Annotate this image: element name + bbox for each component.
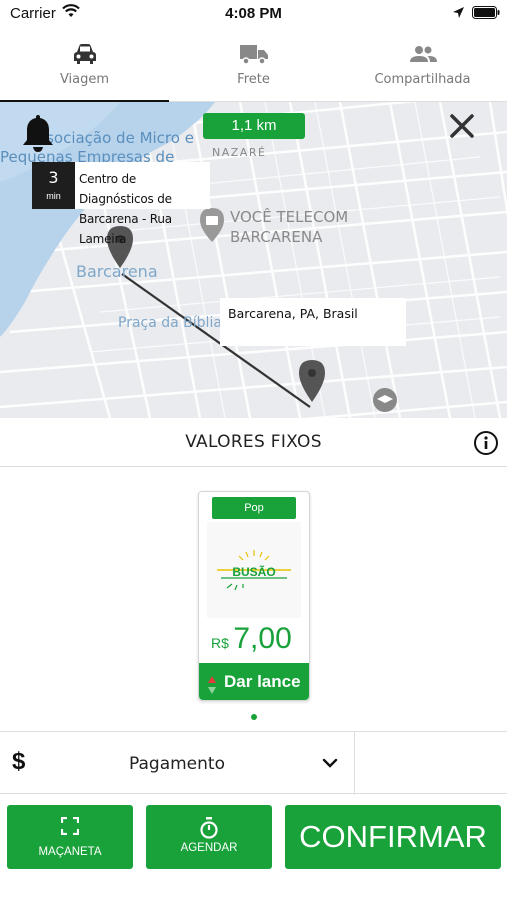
logo-text: BUSÃO <box>232 564 275 579</box>
category-badge: Pop <box>212 497 296 519</box>
schedule-button-label: AGENDAR <box>180 842 238 854</box>
info-icon[interactable] <box>473 430 499 456</box>
door-button-label: MAÇANETA <box>38 846 102 858</box>
clock: 4:08 PM <box>225 5 282 22</box>
location-arrow-icon <box>452 6 465 24</box>
status-bar: Carrier 4:08 PM <box>0 0 507 26</box>
bid-label: Dar lance <box>224 672 301 691</box>
car-icon <box>0 42 169 68</box>
eta-box: 3 min <box>32 162 75 209</box>
distance-badge: 1,1 km <box>203 113 305 139</box>
schedule-button[interactable]: AGENDAR <box>146 805 272 869</box>
origin-address: Centro de Diagnósticos de Barcarena - Ru… <box>79 169 210 249</box>
tab-label: Frete <box>237 72 270 87</box>
bid-arrows-icon <box>207 671 217 700</box>
fare-price: R$ 7,00 <box>211 622 311 656</box>
expand-icon <box>7 817 133 835</box>
tab-compartilhada[interactable]: Compartilhada <box>338 30 507 102</box>
map-label-praca: Praça da Bíblia <box>118 315 222 331</box>
chevron-down-icon <box>322 756 338 774</box>
origin-callout: 3 min Centro de Diagnósticos de Barcaren… <box>32 162 210 246</box>
notification-bell-icon[interactable] <box>20 112 56 154</box>
payment-selector[interactable]: $ Pagamento <box>0 731 507 795</box>
section-title: VALORES FIXOS <box>185 432 322 452</box>
payment-label: Pagamento <box>129 754 225 774</box>
confirm-button[interactable]: CONFIRMAR <box>285 805 501 869</box>
map-label-city: Barcarena <box>76 262 158 281</box>
page-indicator-dot <box>251 714 257 720</box>
tab-label: Compartilhada <box>374 72 471 87</box>
tab-viagem[interactable]: Viagem <box>0 30 169 103</box>
service-tabs: Viagem Frete Compartilhada <box>0 30 507 103</box>
map-label-nazare: NAZARÉ <box>212 146 267 159</box>
door-button[interactable]: MAÇANETA <box>7 805 133 869</box>
origin-line-2: Barcarena - Rua Lameira <box>79 212 172 246</box>
route-map[interactable]: Associação de Micro e Pequenas Empresas … <box>0 102 507 418</box>
busao-logo: BUSÃO <box>207 522 301 618</box>
people-icon <box>338 42 507 68</box>
tab-label: Viagem <box>59 72 110 87</box>
battery-icon <box>472 6 500 24</box>
close-icon[interactable] <box>448 112 476 140</box>
map-label-telecom-2: BARCARENA <box>230 228 323 246</box>
tab-frete[interactable]: Frete <box>169 30 338 102</box>
price-value: 7,00 <box>233 622 292 655</box>
map-label-telecom: VOCÊ TELECOM <box>230 208 349 226</box>
truck-icon <box>169 42 338 68</box>
fixed-values-header: VALORES FIXOS <box>0 418 507 467</box>
eta-value: 3 <box>48 168 59 187</box>
bid-button[interactable]: Dar lance <box>199 663 309 700</box>
school-poi <box>373 388 397 412</box>
currency-symbol: R$ <box>211 635 229 651</box>
destination-callout: Barcarena, PA, Brasil <box>220 298 406 346</box>
eta-unit: min <box>46 191 61 201</box>
origin-line-1: Centro de Diagnósticos de <box>79 172 172 206</box>
payment-divider <box>354 732 355 795</box>
fare-option-card[interactable]: Pop BUSÃO R$ 7,00 Dar lance <box>198 491 310 701</box>
stopwatch-icon <box>146 817 272 839</box>
